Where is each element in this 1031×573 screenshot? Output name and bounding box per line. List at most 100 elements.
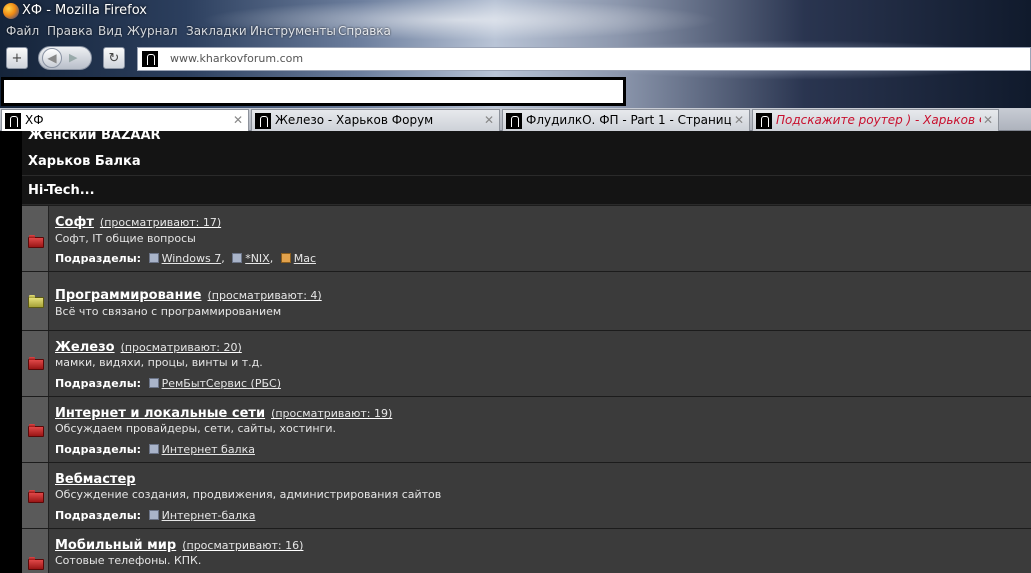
- forum-description: Обсуждаем провайдеры, сети, сайты, хости…: [55, 422, 336, 435]
- forum-info: Железо (просматривают: 20) мамки, видяхи,…: [49, 331, 1031, 396]
- subforum-icon: [148, 510, 159, 520]
- forum-viewers: (просматривают: 16): [182, 539, 304, 552]
- forum-title[interactable]: Железо: [55, 340, 115, 355]
- page-content: Женский BAZAAR Харьков Балка Hi-Tech... …: [0, 131, 1031, 573]
- subforum-link[interactable]: *NIX: [245, 252, 270, 265]
- forum-title[interactable]: Программирование: [55, 288, 202, 303]
- tab-strip: ХФ ✕ Железо - Харьков Форум ✕ ФлудилкО. …: [0, 108, 1031, 131]
- menu-file[interactable]: Файл: [6, 24, 39, 38]
- subforum-link[interactable]: Интернет-балка: [162, 509, 256, 522]
- forum-viewers: (просматривают: 17): [99, 216, 222, 229]
- category-row[interactable]: Hi-Tech...: [22, 176, 1031, 205]
- subforum-icon: [148, 253, 159, 263]
- forum-link[interactable]: Интернет и локальные сети (просматривают:…: [55, 406, 392, 421]
- menu-tools[interactable]: Инструменты: [250, 24, 336, 38]
- subforum-link[interactable]: Mac: [294, 252, 316, 265]
- subforum-link[interactable]: Интернет балка: [162, 443, 255, 456]
- tab-label: Железо - Харьков Форум: [275, 113, 434, 127]
- subforum-icon: [280, 253, 291, 263]
- menu-view[interactable]: Вид: [98, 24, 122, 38]
- url-text[interactable]: www.kharkovforum.com: [170, 52, 303, 65]
- forum-row: Софт (просматривают: 17) Софт, IT общие в…: [22, 205, 1031, 271]
- subforums: Подразделы: Windows 7, *NIX, Mac: [55, 252, 316, 265]
- menu-history[interactable]: Журнал: [127, 24, 178, 38]
- category-title[interactable]: Женский BAZAAR: [28, 131, 161, 143]
- tab-hf[interactable]: ХФ ✕: [1, 109, 249, 131]
- forum-status-cell: [22, 463, 49, 528]
- forum-title[interactable]: Интернет и локальные сети: [55, 406, 265, 421]
- forum-link[interactable]: Программирование (просматривают: 4): [55, 288, 322, 303]
- close-icon[interactable]: ✕: [484, 113, 494, 127]
- site-favicon-icon: [756, 113, 772, 129]
- subforum-icon: [148, 444, 159, 454]
- forum-info: Программирование (просматривают: 4) Всё ч…: [49, 272, 1031, 330]
- back-forward-group: ◀ ▶: [38, 46, 92, 70]
- forum-link[interactable]: Мобильный мир (просматривают: 16): [55, 538, 303, 553]
- forum-link[interactable]: Вебмастер: [55, 472, 142, 487]
- subforum-link[interactable]: РемБытСервис (РБС): [162, 377, 281, 390]
- folder-icon: [28, 357, 44, 370]
- forum-title[interactable]: Вебмастер: [55, 472, 136, 487]
- tab-label: Подскажите роутер ) - Харьков Ф...: [776, 113, 981, 127]
- site-favicon-icon: [255, 113, 271, 129]
- menu-bar: Файл Правка Вид Журнал Закладки Инструме…: [0, 23, 1031, 41]
- forum-description: Софт, IT общие вопросы: [55, 232, 196, 245]
- tab-zhelezo[interactable]: Железо - Харьков Форум ✕: [251, 109, 500, 131]
- menu-bookmarks[interactable]: Закладки: [186, 24, 247, 38]
- subforums: Подразделы: Интернет балка: [55, 443, 255, 456]
- navigation-toolbar: + ◀ ▶ ↻ www.kharkovforum.com: [0, 44, 1031, 74]
- subforums: Подразделы: Интернет-балка: [55, 509, 255, 522]
- forum-row: Программирование (просматривают: 4) Всё ч…: [22, 271, 1031, 330]
- category-row[interactable]: Женский BAZAAR: [22, 131, 1031, 148]
- forum-viewers: (просматривают: 20): [120, 341, 242, 354]
- folder-icon: [28, 490, 44, 503]
- forward-button[interactable]: ▶: [69, 51, 77, 64]
- subforums-label: Подразделы:: [55, 377, 142, 390]
- forum-description: Обсуждение создания, продвижения, админи…: [55, 488, 442, 501]
- forum-description: Всё что связано с программированием: [55, 305, 282, 318]
- site-favicon-icon: [5, 113, 21, 129]
- reload-button[interactable]: ↻: [103, 47, 125, 69]
- menu-help[interactable]: Справка: [338, 24, 391, 38]
- tab-label: ХФ: [25, 113, 44, 127]
- forum-row: Железо (просматривают: 20) мамки, видяхи,…: [22, 330, 1031, 396]
- folder-icon: [28, 424, 44, 437]
- forum-status-cell: [22, 206, 49, 271]
- menu-edit[interactable]: Правка: [47, 24, 93, 38]
- redacted-box: [1, 77, 626, 106]
- category-row[interactable]: Харьков Балка: [22, 147, 1031, 176]
- forum-description: мамки, видяхи, процы, винты и т.д.: [55, 356, 263, 369]
- category-title[interactable]: Hi-Tech...: [28, 183, 95, 198]
- tab-fludilko[interactable]: ФлудилкО. ФП - Part 1 - Страница 1... ✕: [502, 109, 750, 131]
- forum-link[interactable]: Софт (просматривают: 17): [55, 215, 221, 230]
- subforums-label: Подразделы:: [55, 252, 142, 265]
- close-icon[interactable]: ✕: [983, 113, 993, 127]
- forum-row: Интернет и локальные сети (просматривают:…: [22, 396, 1031, 462]
- forum-viewers: (просматривают: 4): [207, 289, 322, 302]
- forum-info: Софт (просматривают: 17) Софт, IT общие в…: [49, 206, 1031, 271]
- folder-icon: [28, 295, 44, 308]
- forum-info: Интернет и локальные сети (просматривают:…: [49, 397, 1031, 462]
- forum-status-cell: [22, 331, 49, 396]
- forum-info: Мобильный мир (просматривают: 16) Сотовые…: [49, 529, 1031, 573]
- reload-icon: ↻: [108, 50, 120, 66]
- forum-info: Вебмастер Обсуждение создания, продвижен…: [49, 463, 1031, 528]
- forum-title[interactable]: Мобильный мир: [55, 538, 176, 553]
- category-title[interactable]: Харьков Балка: [28, 154, 141, 169]
- forum-status-cell: [22, 272, 49, 330]
- forum-title[interactable]: Софт: [55, 215, 94, 230]
- folder-icon: [28, 235, 44, 248]
- tab-router[interactable]: Подскажите роутер ) - Харьков Ф... ✕: [752, 109, 999, 131]
- back-button[interactable]: ◀: [42, 48, 62, 68]
- address-bar[interactable]: www.kharkovforum.com: [137, 47, 1031, 71]
- close-icon[interactable]: ✕: [233, 113, 243, 127]
- close-icon[interactable]: ✕: [734, 113, 744, 127]
- window-title: ХФ - Mozilla Firefox: [22, 3, 148, 18]
- folder-icon: [28, 557, 44, 570]
- subforum-link[interactable]: Windows 7: [162, 252, 222, 265]
- site-favicon-icon: [142, 51, 158, 67]
- plus-icon: +: [11, 50, 23, 66]
- title-bar: ХФ - Mozilla Firefox: [0, 0, 1031, 22]
- new-tab-button[interactable]: +: [6, 47, 28, 69]
- forum-link[interactable]: Железо (просматривают: 20): [55, 340, 242, 355]
